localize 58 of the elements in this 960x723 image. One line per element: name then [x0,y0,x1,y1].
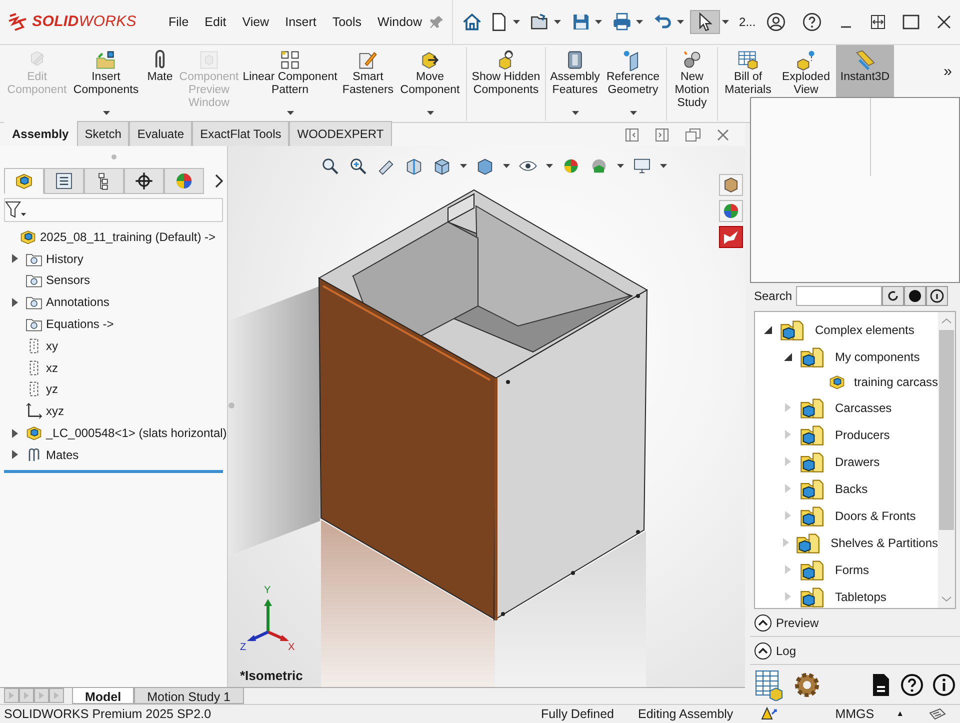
section-title[interactable]: Log [776,642,796,660]
axis-label: X [288,641,295,655]
tree-item[interactable]: Sensors [46,271,90,290]
tree-item[interactable]: Tabletops [835,588,886,606]
command-tab[interactable]: Sketch [76,121,130,146]
ribbon-button[interactable]: Insert Components [70,45,142,123]
tree-item[interactable]: Complex elements [815,320,914,338]
tree-item[interactable]: Doors & Fronts [835,506,916,524]
tree-item[interactable]: Forms [835,560,869,578]
tree-item[interactable]: Producers [835,426,890,444]
tree-item[interactable]: _LC_000548<1> (slats horizontal) [46,424,227,442]
ribbon-button[interactable]: Mate [142,45,178,123]
command-tab[interactable]: ExactFlat Tools [192,121,290,146]
tree-item[interactable]: My components [835,348,920,366]
tree-item[interactable]: Drawers [835,452,880,470]
axis-label: Z [240,641,246,655]
ribbon-button[interactable]: Exploded View [776,45,836,123]
tree-item[interactable]: Equations -> [46,315,114,334]
units-caret[interactable]: ▲ [896,708,904,720]
ribbon-button[interactable]: Assembly Features [548,45,602,123]
tree-item[interactable]: xz [46,358,58,377]
logo-wordmark: SOLIDWORKS [32,12,137,32]
ribbon-button[interactable]: Reference Geometry [602,45,664,123]
tree-item[interactable]: Backs [835,480,868,498]
tree-item[interactable]: History [46,250,84,268]
command-tab[interactable]: WOODEXPERT [289,121,392,146]
menu-item[interactable]: Tools [324,12,370,32]
menu-item[interactable]: Insert [277,12,324,32]
tree-item[interactable]: training carcass [854,373,938,391]
tree-item[interactable]: Carcasses [835,398,892,416]
menu-item[interactable]: File [160,12,197,32]
ribbon-button[interactable]: Move Component [396,45,464,123]
tree-item[interactable]: xyz [46,402,64,420]
more-button[interactable]: » [944,45,960,84]
status-text: Fully Defined [541,706,614,723]
ribbon-button[interactable]: New Motion Study [669,45,715,123]
view-label: *Isometric [240,666,303,684]
tree-item[interactable]: yz [46,380,58,398]
section-title[interactable]: Preview [776,614,819,632]
axis-label: Y [264,584,271,598]
menu-item[interactable]: Edit [196,12,234,32]
sheet-tab[interactable]: Model [72,688,134,704]
document-label: 2... [739,14,756,31]
command-tab[interactable]: Evaluate [129,121,192,146]
tree-item[interactable]: Annotations [46,293,110,312]
ribbon-button[interactable]: Instant3D [836,45,894,97]
sheet-tab[interactable]: Motion Study 1 [134,688,244,704]
tree-item[interactable]: 2025_08_11_training (Default) -> [40,228,216,246]
units-selector[interactable]: MMGS [835,704,874,723]
tree-item[interactable]: Mates [46,446,79,464]
menu-item[interactable]: Window [370,12,430,32]
status-text: Editing Assembly [638,706,734,723]
tree-item[interactable]: xy [46,336,58,355]
search-label: Search [753,288,794,305]
tree-item[interactable]: Shelves & Partitions [830,534,938,552]
ribbon-button[interactable]: Show Hidden Components [469,45,543,123]
status-text: SOLIDWORKS Premium 2025 SP2.0 [4,706,212,723]
menu-item[interactable]: View [234,12,278,32]
